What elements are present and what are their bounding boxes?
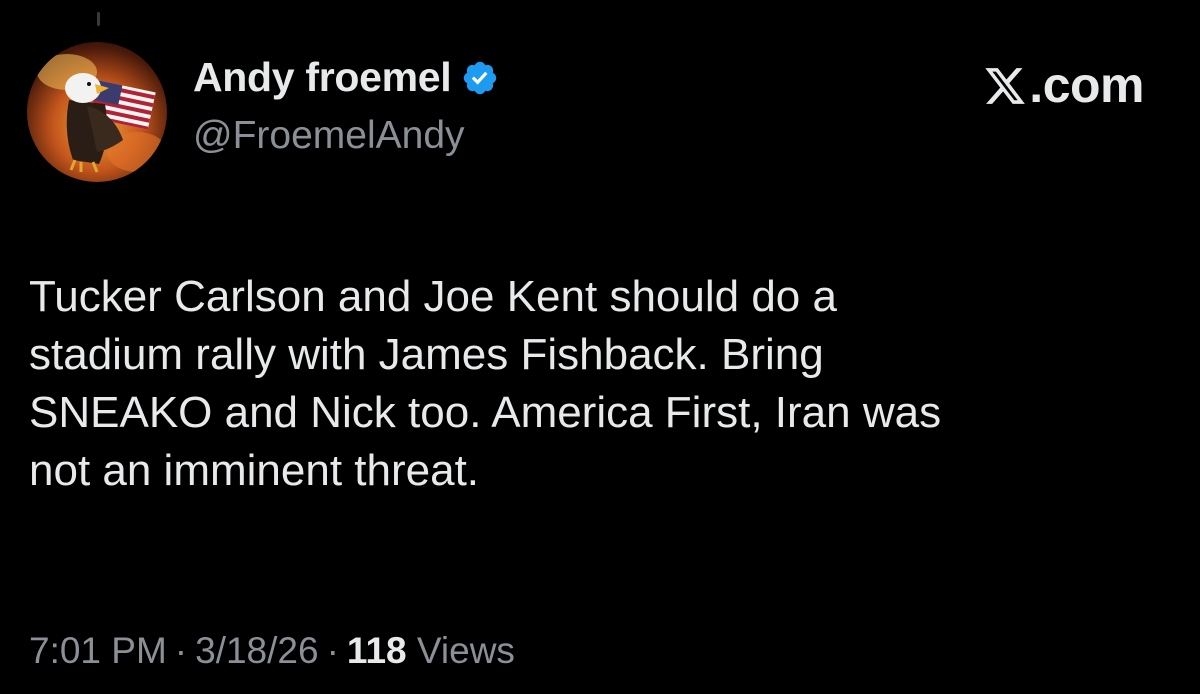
author-display-name[interactable]: Andy froemel xyxy=(193,54,452,101)
x-logo-icon xyxy=(983,64,1027,108)
views-label[interactable]: Views xyxy=(417,630,515,671)
meta-separator: · xyxy=(326,630,339,671)
tweet-card: Andy froemel @FroemelAndy .com Tucker Ca… xyxy=(0,0,1200,694)
tweet-date[interactable]: 3/18/26 xyxy=(195,630,318,671)
views-count[interactable]: 118 xyxy=(347,630,407,671)
author-handle[interactable]: @FroemelAndy xyxy=(193,114,465,158)
avatar[interactable] xyxy=(27,42,167,182)
tweet-line: SNEAKO and Nick too. America First, Iran… xyxy=(29,388,942,437)
tweet-line: stadium rally with James Fishback. Bring xyxy=(29,330,824,379)
tweet-line: not an imminent threat. xyxy=(29,446,480,495)
tweet-body: Tucker Carlson and Joe Kent should do a … xyxy=(29,268,1169,500)
bald-eagle-avatar-icon xyxy=(27,42,167,182)
author-name-row[interactable]: Andy froemel xyxy=(193,54,499,101)
tweet-time[interactable]: 7:01 PM xyxy=(29,630,167,671)
tweet-meta: 7:01 PM · 3/18/26 · 118 Views xyxy=(29,630,515,672)
brand-watermark: .com xyxy=(983,56,1144,114)
top-divider-mark xyxy=(97,12,100,26)
verified-badge-icon xyxy=(461,59,499,97)
brand-domain-text: .com xyxy=(1029,57,1144,113)
tweet-line: Tucker Carlson and Joe Kent should do a xyxy=(29,272,837,321)
meta-separator: · xyxy=(174,630,188,671)
